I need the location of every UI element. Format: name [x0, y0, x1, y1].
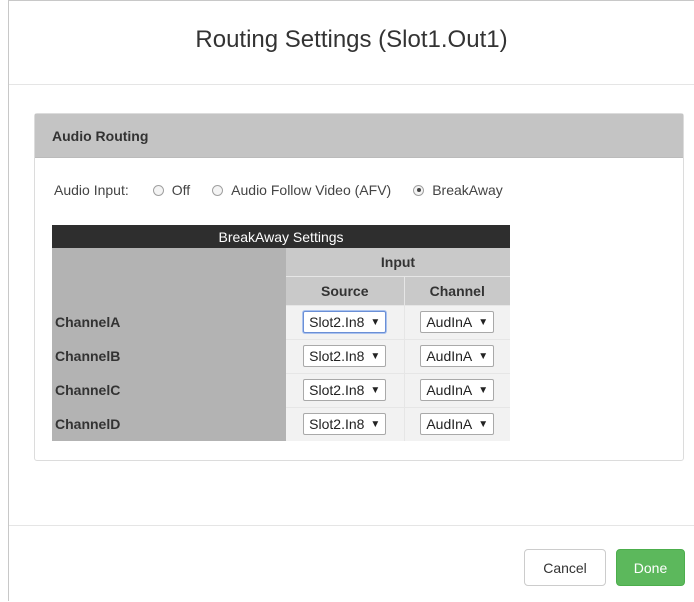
audio-input-row: Audio Input: Off Audio Follow Video (AFV… — [54, 182, 525, 198]
source-select-channel-c[interactable]: Slot2.In8 ▼ — [303, 379, 387, 401]
channel-select-channel-a[interactable]: AudInA ▼ — [420, 311, 495, 333]
source-header: Source — [286, 276, 405, 305]
channel-cell: AudInA ▼ — [404, 338, 510, 373]
source-select-value: Slot2.In8 — [309, 314, 365, 330]
radio-afv-label: Audio Follow Video (AFV) — [231, 182, 392, 198]
radio-off-label: Off — [171, 182, 191, 198]
channel-cell: AudInA ▼ — [404, 304, 510, 339]
done-button[interactable]: Done — [616, 549, 685, 586]
channel-cell: AudInA ▼ — [404, 372, 510, 407]
dropdown-arrow-icon: ▼ — [370, 316, 381, 328]
table-row: ChannelC Slot2.In8 ▼ AudInA ▼ — [52, 372, 510, 407]
source-select-channel-d[interactable]: Slot2.In8 ▼ — [303, 413, 387, 436]
dropdown-arrow-icon: ▼ — [370, 384, 381, 396]
cancel-button[interactable]: Cancel — [524, 549, 606, 586]
channel-select-value: AudInA — [426, 314, 473, 330]
table-row: ChannelD Slot2.In8 ▼ AudInA ▼ — [52, 406, 510, 441]
breakaway-table-title: BreakAway Settings — [52, 225, 510, 248]
channel-header: Channel — [404, 276, 510, 305]
routing-settings-dialog: Routing Settings (Slot1.Out1) Audio Rout… — [8, 0, 694, 601]
audio-routing-panel: Audio Routing Audio Input: Off Audio Fol… — [34, 113, 684, 461]
radio-breakaway-button[interactable] — [413, 184, 425, 196]
audio-input-label: Audio Input: — [54, 182, 129, 198]
source-cell: Slot2.In8 ▼ — [286, 338, 405, 373]
dropdown-arrow-icon: ▼ — [478, 384, 489, 396]
channel-select-value: AudInA — [426, 382, 473, 398]
row-label-channel-a: ChannelA — [52, 305, 286, 339]
dropdown-arrow-icon: ▼ — [370, 418, 381, 430]
source-select-channel-a[interactable]: Slot2.In8 ▼ — [303, 311, 387, 333]
modal-footer: Cancel Done — [9, 525, 694, 602]
radio-option-breakaway[interactable]: BreakAway — [413, 182, 503, 198]
dropdown-arrow-icon: ▼ — [370, 350, 381, 362]
row-label-channel-c: ChannelC — [52, 373, 286, 407]
modal-title: Routing Settings (Slot1.Out1) — [195, 25, 508, 53]
channel-select-value: AudInA — [426, 348, 473, 364]
channel-cell: AudInA ▼ — [404, 406, 510, 441]
radio-off-button[interactable] — [152, 184, 164, 196]
source-select-value: Slot2.In8 — [309, 382, 365, 398]
radio-option-off[interactable]: Off — [152, 182, 191, 198]
row-label-channel-d: ChannelD — [52, 407, 286, 441]
table-row: ChannelA Slot2.In8 ▼ AudInA ▼ — [52, 304, 510, 339]
panel-heading: Audio Routing — [35, 114, 683, 158]
channel-select-value: AudInA — [426, 416, 473, 433]
table-row: ChannelB Slot2.In8 ▼ AudInA ▼ — [52, 338, 510, 373]
radio-option-afv[interactable]: Audio Follow Video (AFV) — [212, 182, 391, 198]
source-select-value: Slot2.In8 — [309, 348, 365, 364]
source-cell: Slot2.In8 ▼ — [286, 406, 405, 441]
source-select-value: Slot2.In8 — [309, 416, 365, 433]
row-label-channel-b: ChannelB — [52, 339, 286, 373]
radio-breakaway-label: BreakAway — [432, 182, 503, 198]
source-cell: Slot2.In8 ▼ — [286, 304, 405, 339]
dropdown-arrow-icon: ▼ — [478, 316, 489, 328]
dropdown-arrow-icon: ▼ — [478, 418, 489, 430]
breakaway-settings-table: BreakAway Settings Input Source Channel … — [52, 225, 510, 441]
channel-select-channel-c[interactable]: AudInA ▼ — [420, 379, 495, 401]
channel-select-channel-d[interactable]: AudInA ▼ — [420, 413, 495, 436]
modal-header: Routing Settings (Slot1.Out1) — [9, 1, 694, 85]
channel-select-channel-b[interactable]: AudInA ▼ — [420, 345, 495, 367]
dropdown-arrow-icon: ▼ — [478, 350, 489, 362]
table-corner-cell — [52, 248, 286, 305]
source-select-channel-b[interactable]: Slot2.In8 ▼ — [303, 345, 387, 367]
radio-afv-button[interactable] — [212, 184, 224, 196]
source-cell: Slot2.In8 ▼ — [286, 372, 405, 407]
input-header: Input — [286, 248, 510, 277]
